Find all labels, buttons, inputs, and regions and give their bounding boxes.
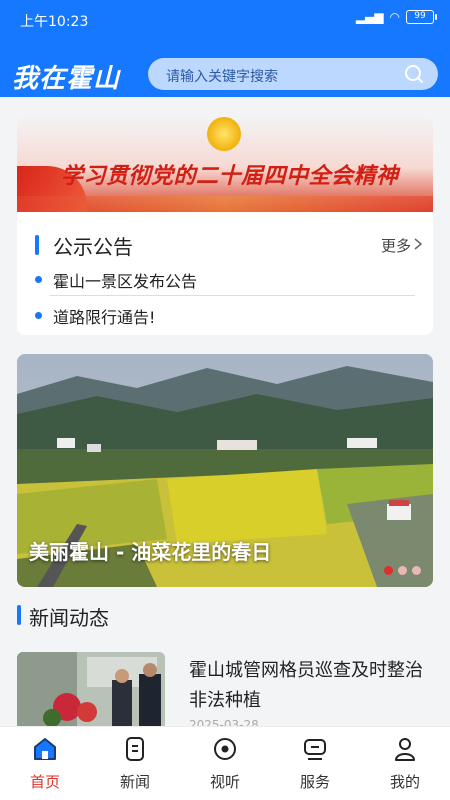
media-icon <box>214 738 236 760</box>
bottom-tab-bar: 首页 新闻 视听 服务 我的 <box>0 726 450 800</box>
search-icon[interactable] <box>404 64 424 84</box>
chevron-right-icon[interactable] <box>413 238 423 250</box>
user-icon <box>395 738 415 761</box>
search-input[interactable]: 请输入关键字搜索 <box>148 58 438 90</box>
promo-banner[interactable]: 学习贯彻党的二十届四中全会精神 <box>17 114 433 212</box>
bullet-icon <box>35 312 42 319</box>
service-icon <box>304 739 326 760</box>
bullet-icon <box>35 276 42 283</box>
carousel-dot[interactable] <box>384 566 393 575</box>
home-icon <box>34 738 56 760</box>
notice-item[interactable]: 霍山一景区发布公告 <box>17 264 433 294</box>
carousel-caption: 美丽霍山 - 油菜花里的春日 <box>29 540 272 564</box>
feature-carousel[interactable]: 美丽霍山 - 油菜花里的春日 <box>17 354 433 587</box>
tab-media[interactable]: 视听 <box>180 727 270 800</box>
news-header: 新闻动态 <box>17 600 433 630</box>
status-bar: 上午10:23 ▂▄▆ ◠ 99 <box>0 0 450 38</box>
news-headline: 霍山城管网格员巡查及时整治非法种植 <box>189 660 423 711</box>
news-thumbnail <box>17 652 165 727</box>
app-logo: 我在霍山 <box>12 64 121 94</box>
notice-header: 公示公告 更多 <box>17 228 433 264</box>
wifi-icon: ◠ <box>389 10 400 24</box>
app-header: 上午10:23 ▂▄▆ ◠ 99 我在霍山 请输入关键字搜索 <box>0 0 450 97</box>
tab-label: 服务 <box>299 773 330 791</box>
banner-stripe <box>17 196 433 212</box>
status-time: 上午10:23 <box>20 14 89 30</box>
carousel-dot[interactable] <box>412 566 421 575</box>
signal-icon: ▂▄▆ <box>355 10 384 24</box>
search-placeholder: 请输入关键字搜索 <box>166 69 278 85</box>
carousel-indicators[interactable] <box>384 566 421 575</box>
tab-news[interactable]: 新闻 <box>90 727 180 800</box>
tab-label: 首页 <box>29 773 60 791</box>
tab-profile[interactable]: 我的 <box>360 727 450 800</box>
news-list-item[interactable]: 霍山城管网格员巡查及时整治非法种植 2025-03-28 <box>17 652 433 732</box>
tab-service[interactable]: 服务 <box>270 727 360 800</box>
carousel-dot[interactable] <box>398 566 407 575</box>
tab-home[interactable]: 首页 <box>0 727 90 800</box>
news-title: 新闻动态 <box>29 606 109 630</box>
more-link[interactable]: 更多 <box>381 235 411 256</box>
notice-item-text: 霍山一景区发布公告 <box>53 272 198 291</box>
section-marker <box>17 605 21 625</box>
notice-item-text: 道路限行通告! <box>53 308 156 327</box>
divider <box>50 295 415 296</box>
section-marker <box>35 235 39 255</box>
tab-label: 我的 <box>389 773 420 791</box>
party-emblem-icon <box>207 117 241 151</box>
notice-item[interactable]: 道路限行通告! <box>17 300 433 330</box>
status-icons: ▂▄▆ ◠ 99 <box>355 10 437 24</box>
notice-title: 公示公告 <box>53 235 133 259</box>
tab-label: 视听 <box>209 773 240 791</box>
tab-label: 新闻 <box>119 773 150 791</box>
battery-icon: 99 <box>406 10 437 24</box>
banner-slogan: 学习贯彻党的二十届四中全会精神 <box>61 164 399 189</box>
news-icon <box>126 737 144 761</box>
